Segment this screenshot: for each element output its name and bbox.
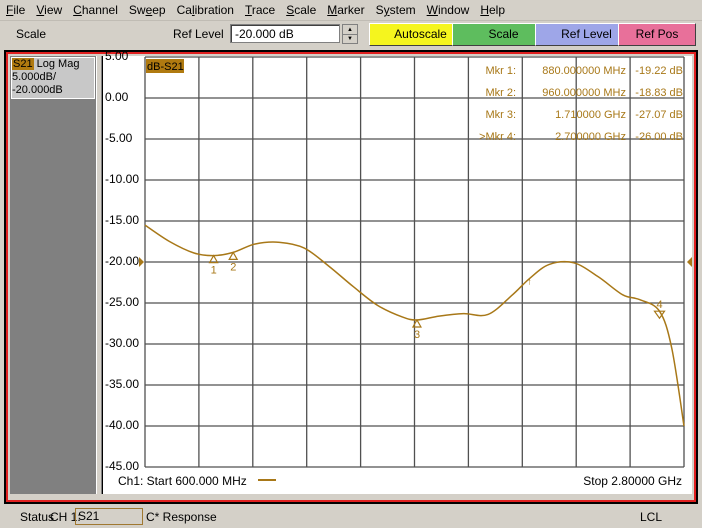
menu-view[interactable]: View — [30, 0, 67, 20]
toolbar: Scale Ref Level -20.000 dB ▲ ▼ Autoscale… — [0, 21, 702, 48]
status-label: Status — [20, 510, 55, 524]
trace-status-panel — [10, 56, 96, 494]
toolbar-group-label: Scale — [16, 27, 47, 41]
status-mode: C* Response — [146, 510, 217, 524]
status-lcl: LCL — [640, 510, 663, 524]
menu-scale[interactable]: Scale — [280, 0, 321, 20]
menu-trace[interactable]: Trace — [239, 0, 280, 20]
ref-pos-button[interactable]: Ref Pos — [618, 23, 696, 46]
status-trace-field: S21 — [75, 508, 143, 525]
trace-legend-line — [258, 479, 276, 481]
trace-format: Log Mag — [36, 58, 80, 70]
trace-scale: 5.000dB/ — [12, 71, 57, 83]
ref-level-spinner[interactable]: ▲ ▼ — [342, 24, 358, 44]
menu-system[interactable]: System — [370, 0, 421, 20]
trace-ref: -20.000dB — [12, 84, 63, 96]
y-tick-label: 0.00 — [105, 90, 129, 104]
spin-down-icon[interactable]: ▼ — [343, 34, 357, 43]
menu-file[interactable]: File — [0, 0, 30, 20]
y-tick-label: -25.00 — [105, 295, 140, 309]
plot-area — [102, 56, 692, 494]
y-tick-label: -10.00 — [105, 172, 140, 186]
menu-sweep[interactable]: Sweep — [123, 0, 171, 20]
ref-level-input[interactable]: -20.000 dB — [230, 24, 340, 43]
sweep-start-label: Ch1: Start 600.000 MHz — [118, 474, 247, 488]
menu-window[interactable]: Window — [421, 0, 475, 20]
ref-level-label: Ref Level — [173, 27, 224, 41]
y-tick-label: -20.00 — [105, 254, 140, 268]
y-tick-label: -5.00 — [105, 131, 133, 145]
menu-bar: File View Channel Sweep Calibration Trace Scal… — [0, 0, 702, 21]
y-tick-label: -40.00 — [105, 418, 140, 432]
menu-calibration[interactable]: Calibration — [171, 0, 239, 20]
status-bar: Status CH 1: S21 C* Response LCL — [0, 506, 702, 528]
y-tick-label: -15.00 — [105, 213, 140, 227]
trace-info-box[interactable]: S21 Log Mag 5.000dB/ -20.000dB — [11, 57, 95, 99]
menu-help[interactable]: Help — [474, 0, 510, 20]
trace-param-tag: S21 — [12, 58, 34, 70]
y-tick-label: -30.00 — [105, 336, 140, 350]
y-tick-label: -45.00 — [105, 459, 140, 473]
y-tick-label: 5.00 — [105, 49, 129, 63]
sweep-stop-label: Stop 2.80000 GHz — [583, 474, 682, 488]
menu-marker[interactable]: Marker — [321, 0, 369, 20]
y-tick-label: -35.00 — [105, 377, 140, 391]
menu-channel[interactable]: Channel — [67, 0, 123, 20]
